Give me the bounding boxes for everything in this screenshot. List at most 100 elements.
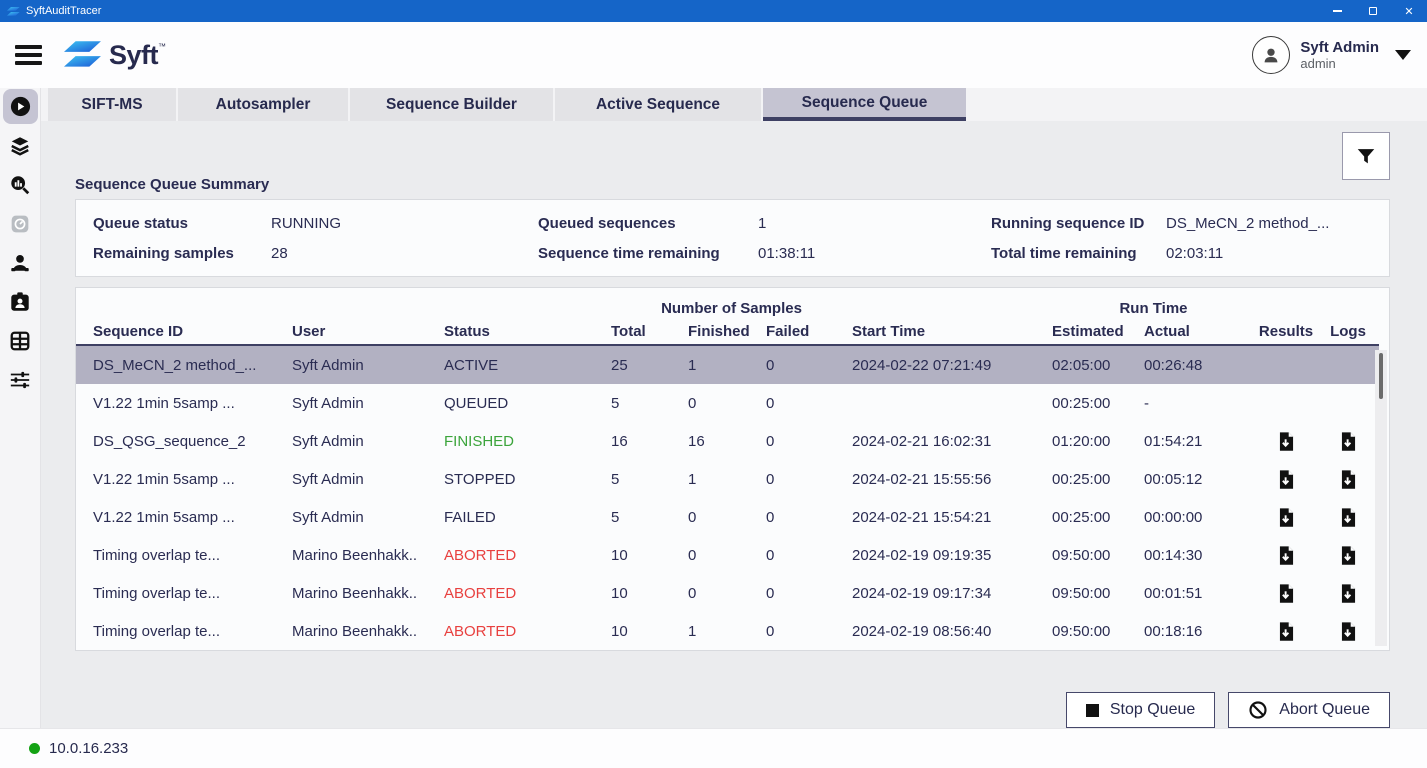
tab-sift-ms[interactable]: SIFT-MS (48, 88, 176, 121)
contact-card-icon (9, 291, 31, 313)
sidebar-item-layers[interactable] (3, 128, 38, 163)
queue-summary-panel: Queue status RUNNING Remaining samples 2… (75, 199, 1390, 277)
cell-user: Marino Beenhakk.. (292, 623, 444, 640)
cell-failed: 0 (766, 509, 852, 526)
prohibition-icon (1248, 700, 1268, 720)
group-header-samples: Number of Samples (611, 300, 852, 317)
col-header-results: Results (1255, 323, 1317, 340)
cell-user: Syft Admin (292, 357, 444, 374)
sidebar-item-table-grid[interactable] (3, 323, 38, 358)
logs-download-button[interactable] (1317, 545, 1379, 566)
cell-failed: 0 (766, 547, 852, 564)
cell-actual: 01:54:21 (1144, 433, 1255, 450)
cell-sequence-id: Timing overlap te... (76, 623, 292, 640)
funnel-icon (1355, 145, 1377, 167)
ip-address: 10.0.16.233 (49, 740, 128, 757)
cell-start-time: 2024-02-19 09:19:35 (852, 547, 1052, 564)
user-menu[interactable]: Syft Admin admin (1252, 36, 1411, 74)
results-download-button[interactable] (1255, 469, 1317, 490)
cell-failed: 0 (766, 585, 852, 602)
table-row[interactable]: V1.22 1min 5samp ... Syft Admin FAILED 5… (76, 498, 1379, 536)
summary-label: Queue status (93, 213, 271, 234)
close-button[interactable]: ✕ (1391, 0, 1427, 22)
user-name: Syft Admin (1300, 39, 1379, 56)
cell-estimated: 00:25:00 (1052, 509, 1144, 526)
sidebar-item-search-analytics[interactable] (3, 167, 38, 202)
results-download-button[interactable] (1255, 545, 1317, 566)
col-header-estimated: Estimated (1052, 323, 1144, 340)
sidebar-item-settings-sliders[interactable] (3, 362, 38, 397)
cell-user: Syft Admin (292, 509, 444, 526)
file-download-icon (1338, 621, 1359, 642)
results-download-button[interactable] (1255, 507, 1317, 528)
cell-finished: 0 (688, 509, 766, 526)
grid-icon (9, 330, 31, 352)
summary-title: Sequence Queue Summary (75, 176, 1390, 194)
cell-estimated: 01:20:00 (1052, 433, 1144, 450)
cell-total: 5 (611, 395, 688, 412)
abort-queue-button[interactable]: Abort Queue (1228, 692, 1390, 728)
tab-autosampler[interactable]: Autosampler (178, 88, 348, 121)
tab-sequence-queue[interactable]: Sequence Queue (763, 88, 966, 121)
table-row[interactable]: V1.22 1min 5samp ... Syft Admin QUEUED 5… (76, 384, 1379, 422)
tab-bar: SIFT-MS Autosampler Sequence Builder Act… (41, 88, 1427, 121)
cell-total: 10 (611, 585, 688, 602)
cell-total: 5 (611, 471, 688, 488)
table-row[interactable]: DS_MeCN_2 method_... Syft Admin ACTIVE 2… (76, 346, 1379, 384)
cell-user: Syft Admin (292, 433, 444, 450)
cell-estimated: 09:50:00 (1052, 623, 1144, 640)
cell-estimated: 00:25:00 (1052, 395, 1144, 412)
sidebar-item-contact-card[interactable] (3, 284, 38, 319)
maximize-button[interactable] (1355, 0, 1391, 22)
connection-status-icon (29, 743, 40, 754)
layers-icon (9, 135, 31, 157)
logs-download-button[interactable] (1317, 431, 1379, 452)
file-download-icon (1338, 507, 1359, 528)
cell-status: ABORTED (444, 623, 611, 640)
person-icon (1260, 44, 1282, 66)
col-header-finished: Finished (688, 323, 766, 340)
sidebar-item-users[interactable] (3, 245, 38, 280)
scrollbar-thumb[interactable] (1379, 353, 1384, 399)
cell-start-time: 2024-02-21 15:55:56 (852, 471, 1052, 488)
cell-failed: 0 (766, 395, 852, 412)
sidebar-item-run[interactable] (3, 89, 38, 124)
cell-finished: 0 (688, 547, 766, 564)
statusbar: 10.0.16.233 (0, 728, 1427, 768)
cell-user: Marino Beenhakk.. (292, 585, 444, 602)
tab-sequence-builder[interactable]: Sequence Builder (350, 88, 553, 121)
results-download-button[interactable] (1255, 583, 1317, 604)
logs-download-button[interactable] (1317, 507, 1379, 528)
summary-label: Queued sequences (538, 213, 758, 234)
cell-status: ACTIVE (444, 357, 611, 374)
table-row[interactable]: V1.22 1min 5samp ... Syft Admin STOPPED … (76, 460, 1379, 498)
cell-total: 10 (611, 623, 688, 640)
table-row[interactable]: DS_QSG_sequence_2 Syft Admin FINISHED 16… (76, 422, 1379, 460)
minimize-button[interactable] (1319, 0, 1355, 22)
cell-estimated: 02:05:00 (1052, 357, 1144, 374)
filter-button[interactable] (1342, 132, 1390, 180)
chevron-down-icon[interactable] (1395, 50, 1411, 60)
stop-queue-button[interactable]: Stop Queue (1066, 692, 1215, 728)
table-scrollbar[interactable] (1375, 350, 1387, 646)
file-download-icon (1276, 545, 1297, 566)
col-header-start-time: Start Time (852, 323, 1052, 340)
results-download-button[interactable] (1255, 431, 1317, 452)
table-row[interactable]: Timing overlap te... Marino Beenhakk.. A… (76, 536, 1379, 574)
table-rows: DS_MeCN_2 method_... Syft Admin ACTIVE 2… (76, 346, 1389, 650)
cell-total: 16 (611, 433, 688, 450)
tab-active-sequence[interactable]: Active Sequence (555, 88, 761, 121)
table-row[interactable]: Timing overlap te... Marino Beenhakk.. A… (76, 574, 1379, 612)
results-download-button[interactable] (1255, 621, 1317, 642)
stop-square-icon (1086, 704, 1099, 717)
cell-finished: 1 (688, 471, 766, 488)
logs-download-button[interactable] (1317, 583, 1379, 604)
file-download-icon (1276, 507, 1297, 528)
menu-hamburger-icon[interactable] (15, 41, 42, 70)
logs-download-button[interactable] (1317, 469, 1379, 490)
syft-logo: Syft ™ (64, 40, 166, 70)
sequence-time-remaining-value: 01:38:11 (758, 243, 815, 264)
cell-sequence-id: V1.22 1min 5samp ... (76, 395, 292, 412)
table-row[interactable]: Timing overlap te... Marino Beenhakk.. A… (76, 612, 1379, 650)
logs-download-button[interactable] (1317, 621, 1379, 642)
